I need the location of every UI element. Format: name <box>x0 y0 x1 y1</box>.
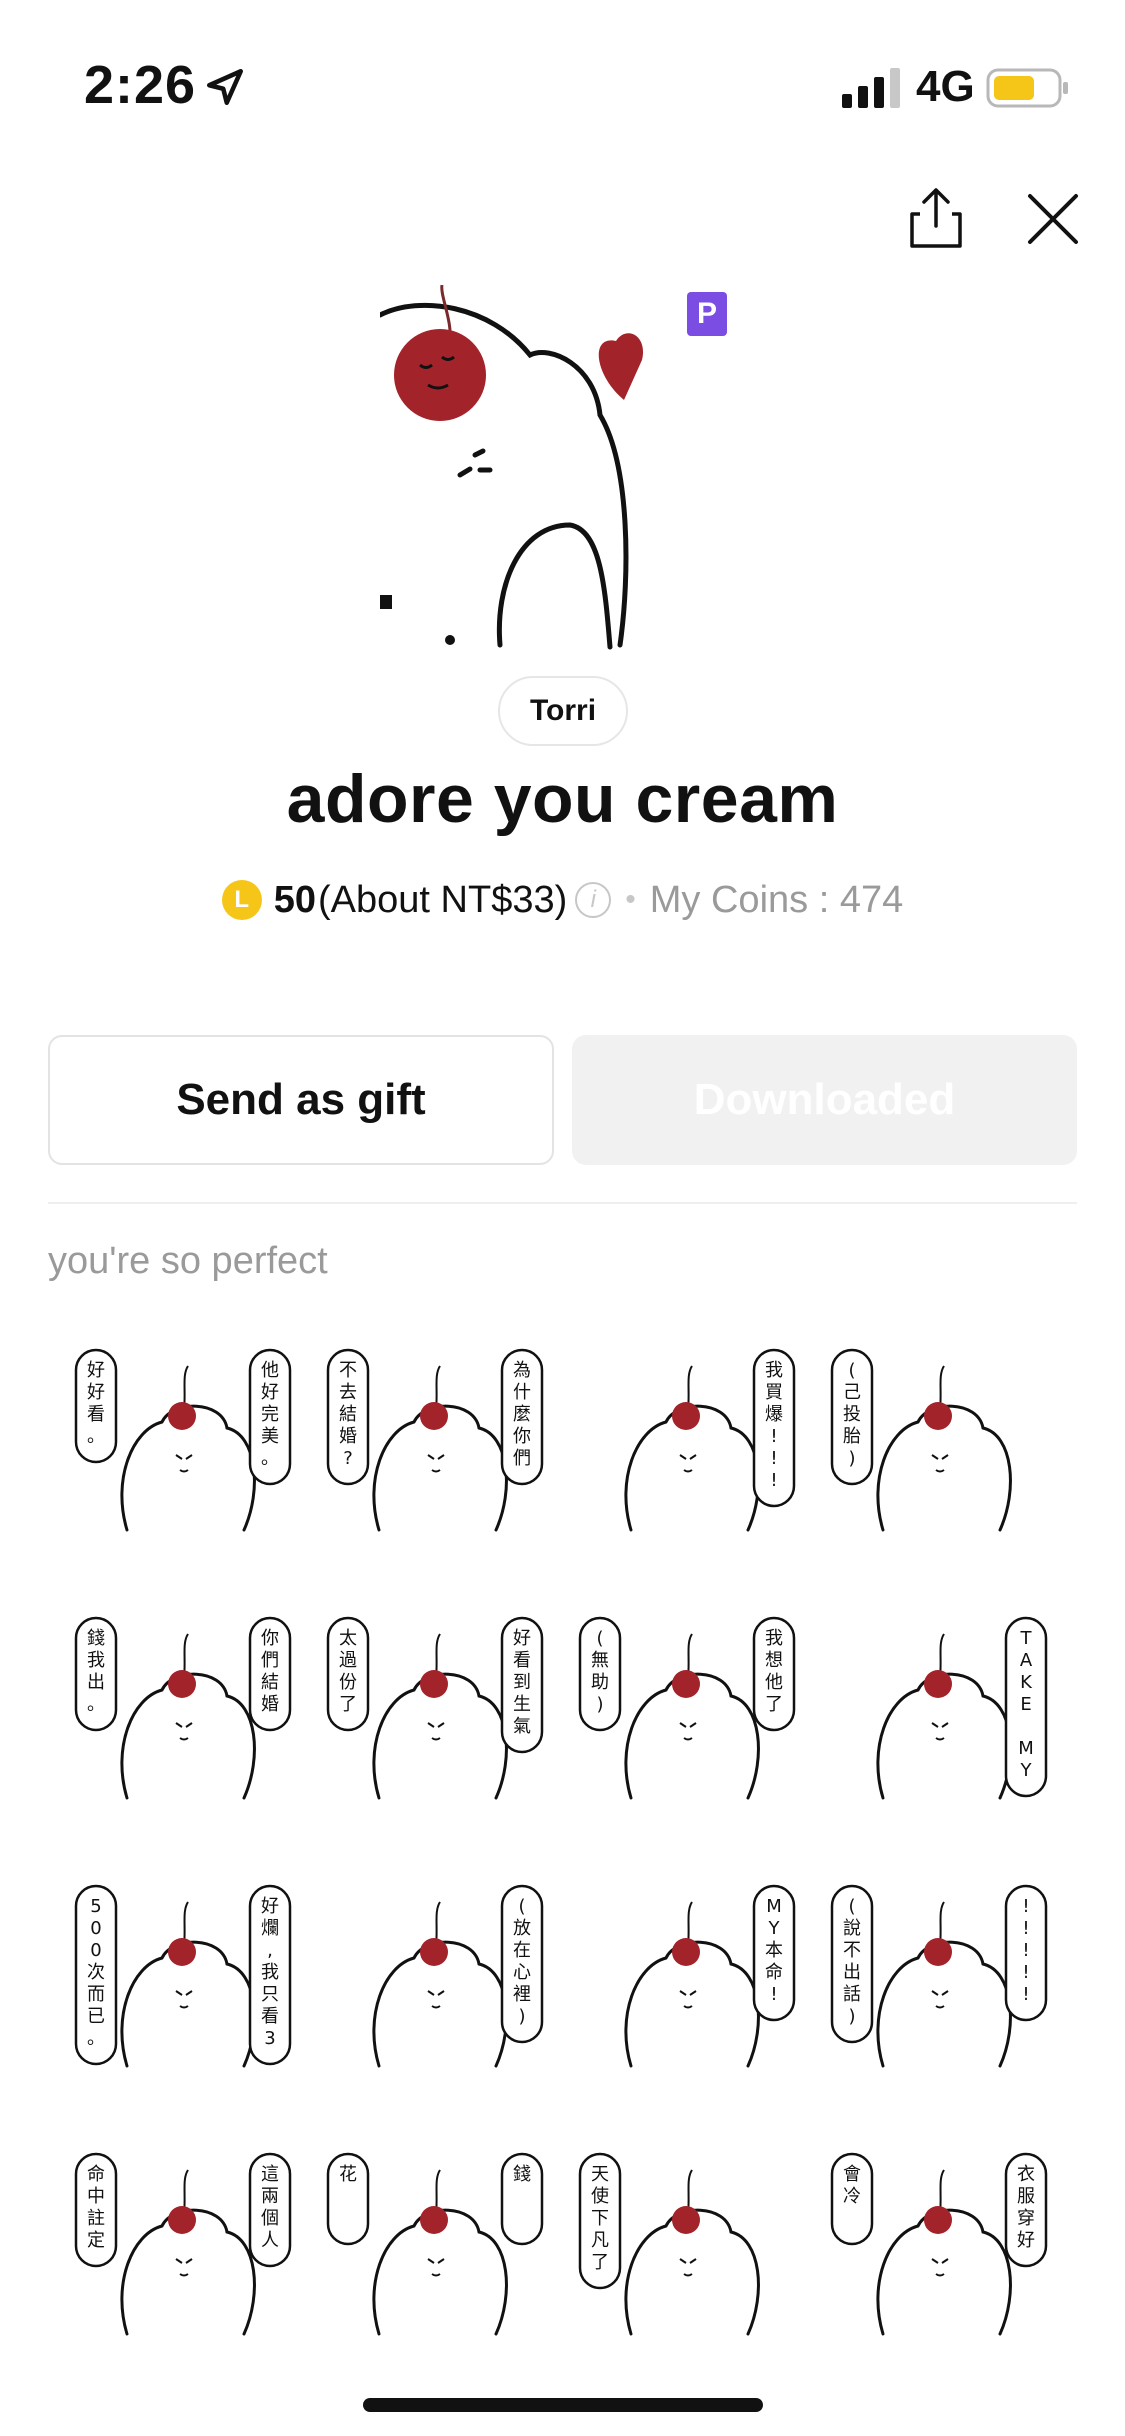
sticker-image: 命中註定 這兩個人 <box>74 2152 292 2336</box>
sticker-item[interactable]: 太過份了 好看到生氣 <box>310 1588 562 1856</box>
close-icon[interactable] <box>1024 190 1082 248</box>
sticker-item[interactable]: (己投胎) <box>814 1320 1066 1588</box>
sticker-item[interactable]: 5 0 0 次而已。 好爛,我只看 3 <box>58 1856 310 2124</box>
signal-icon <box>842 68 900 108</box>
sticker-caption-right: 我想他了 <box>765 1628 783 1715</box>
sticker-caption-right: 錢 <box>513 2164 531 2185</box>
sticker-image: (無助)我想他了 <box>578 1616 796 1800</box>
section-title: you're so perfect <box>48 1240 328 1282</box>
divider <box>48 1202 1077 1204</box>
sticker-caption-right: 你們結婚 <box>261 1628 279 1715</box>
sticker-caption-left: 太過份了 <box>339 1628 357 1715</box>
sticker-item[interactable]: 花錢 <box>310 2124 562 2392</box>
location-arrow-icon <box>206 68 244 106</box>
sticker-main-image <box>380 285 644 650</box>
sticker-image: TAKE MY <box>876 1616 1048 1800</box>
downloaded-button: Downloaded <box>572 1035 1077 1165</box>
sticker-item[interactable]: 命中註定 這兩個人 <box>58 2124 310 2392</box>
send-as-gift-button[interactable]: Send as gift <box>48 1035 554 1165</box>
sticker-caption-left: 天使下凡了 <box>591 2164 609 2273</box>
sticker-image: (放在心裡) <box>372 1884 544 2068</box>
sticker-caption-right: 這兩個人 <box>261 2164 279 2251</box>
battery-icon <box>986 68 1068 108</box>
sticker-caption-right: 好爛,我只看 3 <box>261 1896 279 2049</box>
coin-icon: L <box>221 880 262 920</box>
sticker-item[interactable]: M Y 本命! <box>562 1856 814 2124</box>
share-icon[interactable] <box>906 186 966 250</box>
sticker-image: (己投胎) <box>830 1348 1012 1532</box>
sticker-caption-right: 好看到生氣 <box>513 1628 531 1737</box>
sticker-image: 我買爆!!! <box>624 1348 796 1532</box>
sticker-item[interactable]: 天使下凡了 <box>562 2124 814 2392</box>
network-type: 4G <box>916 62 975 111</box>
sticker-caption-left: 會冷 <box>843 2164 861 2207</box>
sticker-image: 花錢 <box>326 2152 544 2336</box>
my-coins-balance: My Coins : 474 <box>649 878 904 921</box>
sticker-image: 太過份了 好看到生氣 <box>326 1616 544 1800</box>
sticker-caption-right: !!!!! <box>1022 1896 1029 2005</box>
sticker-caption-right: 為什麼你們 <box>513 1360 531 1469</box>
sticker-image: (說不出話)!!!!! <box>830 1884 1048 2068</box>
sticker-image: 錢我出。 你們結婚 <box>74 1616 292 1800</box>
status-bar: 2:26 4G <box>0 0 1125 170</box>
price-amount: 50 <box>273 878 317 921</box>
separator-dot: • <box>625 883 636 916</box>
sticker-caption-right: 他好完美。 <box>261 1360 279 1469</box>
price-row: L 50 (About NT$33) i • My Coins : 474 <box>0 872 1125 928</box>
sticker-caption-left: 好好看。 <box>87 1360 105 1447</box>
sticker-item[interactable]: 我買爆!!! <box>562 1320 814 1588</box>
sticker-item[interactable]: (說不出話)!!!!! <box>814 1856 1066 2124</box>
info-icon[interactable]: i <box>575 882 612 918</box>
sticker-item[interactable]: (放在心裡) <box>310 1856 562 2124</box>
home-indicator <box>363 2398 763 2412</box>
sticker-image: 5 0 0 次而已。好爛,我只看 3 <box>74 1884 292 2068</box>
sticker-image: 不去結婚?為什麼你們 <box>326 1348 544 1532</box>
sticker-item[interactable]: 錢我出。 你們結婚 <box>58 1588 310 1856</box>
sticker-item[interactable]: 好好看。 他好完美。 <box>58 1320 310 1588</box>
sticker-item[interactable]: TAKE MY <box>814 1588 1066 1856</box>
premium-badge: P <box>687 292 727 336</box>
sticker-pack-title: adore you cream <box>286 761 839 837</box>
sticker-item[interactable]: 不去結婚? 為什麼你們 <box>310 1320 562 1588</box>
sticker-caption-left: 花 <box>339 2164 357 2185</box>
sticker-image: 會冷 衣服穿好 <box>830 2152 1048 2336</box>
sticker-image: 天使下凡了 <box>578 2152 760 2336</box>
sticker-image: M Y 本命! <box>624 1884 796 2068</box>
sticker-caption-left: 錢我出。 <box>87 1628 105 1715</box>
sticker-image: 好好看。 他好完美。 <box>74 1348 292 1532</box>
status-time: 2:26 <box>84 55 197 115</box>
sticker-caption-left: 命中註定 <box>87 2164 105 2251</box>
sticker-caption-right: TAKE MY <box>1018 1628 1034 1781</box>
sticker-caption-right: 衣服穿好 <box>1017 2164 1035 2251</box>
sticker-grid: 好好看。 他好完美。 不去結婚? 為什麼你們 我買爆!!! (己投胎) 錢我出。 你們… <box>58 1320 1068 2392</box>
sticker-item[interactable]: 會冷 衣服穿好 <box>814 2124 1066 2392</box>
price-approx: (About NT$33) <box>318 878 568 921</box>
sticker-item[interactable]: (無助) 我想他了 <box>562 1588 814 1856</box>
author-chip[interactable]: Torri <box>498 676 628 746</box>
